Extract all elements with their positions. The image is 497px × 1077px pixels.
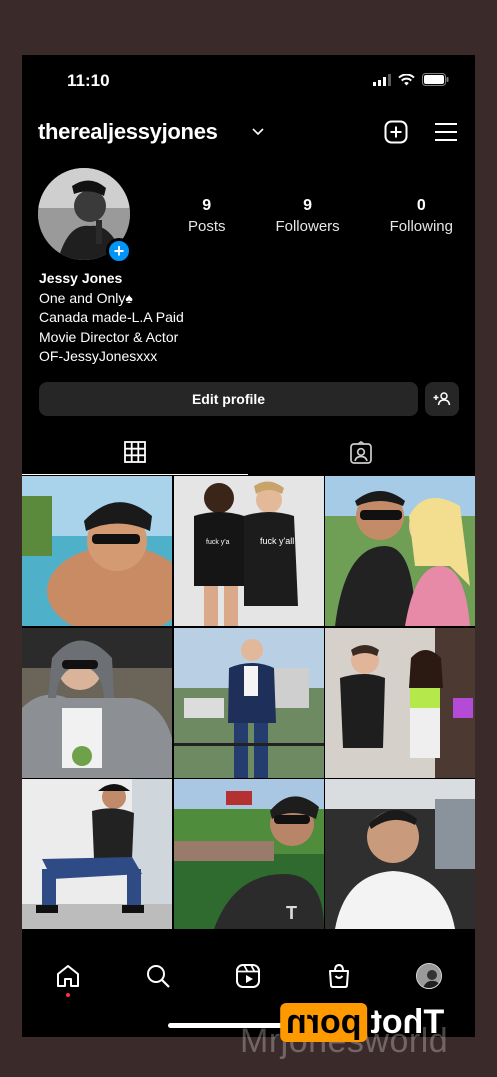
post-thumbnail[interactable] — [325, 627, 475, 778]
post-thumbnail[interactable] — [325, 476, 475, 626]
watermark-logo-plain: Thot — [370, 1002, 445, 1041]
followers-stat[interactable]: 9 Followers — [275, 197, 339, 235]
svg-text:T: T — [286, 903, 297, 923]
home-notification-dot — [66, 993, 70, 997]
bio-line: OF-JessyJonesxxx — [39, 348, 158, 364]
search-icon[interactable] — [143, 961, 173, 991]
posts-grid: fuck y'all fuck y'a T — [22, 476, 475, 929]
following-label: Following — [389, 218, 453, 235]
profile-tabs — [22, 435, 475, 475]
status-icons — [373, 73, 449, 91]
edit-profile-button[interactable]: Edit profile — [39, 382, 418, 416]
followers-count: 9 — [303, 197, 313, 214]
watermark-logo-boxed: porn — [280, 1002, 368, 1042]
profile-tab[interactable] — [414, 961, 444, 991]
phone-screen: 11:10 therealjessyjones + 9 Posts 9 Foll… — [22, 55, 475, 1037]
menu-icon[interactable] — [433, 119, 459, 145]
home-icon[interactable] — [53, 961, 83, 991]
bio-line: One and Only♠ — [39, 289, 133, 306]
bottom-nav — [22, 953, 475, 1003]
post-thumbnail[interactable] — [22, 476, 172, 626]
add-story-icon[interactable]: + — [106, 238, 132, 264]
battery-icon — [422, 73, 449, 91]
post-thumbnail[interactable] — [173, 627, 324, 778]
wifi-icon — [398, 73, 415, 91]
reels-icon[interactable] — [233, 961, 263, 991]
tab-tagged[interactable] — [248, 435, 474, 475]
profile-header: therealjessyjones — [38, 117, 459, 147]
tab-posts-grid[interactable] — [22, 435, 248, 475]
chevron-down-icon[interactable] — [252, 123, 264, 141]
profile-avatar[interactable]: + — [38, 168, 132, 264]
post-thumbnail[interactable] — [325, 779, 475, 929]
post-thumbnail[interactable] — [22, 779, 172, 929]
tagged-icon — [349, 440, 373, 470]
profile-avatar-small — [416, 963, 442, 989]
following-stat[interactable]: 0 Following — [390, 197, 453, 235]
svg-text:fuck y'all: fuck y'all — [260, 536, 294, 546]
profile-stats: 9 Posts 9 Followers 0 Following — [188, 197, 453, 235]
post-thumbnail[interactable]: T — [173, 779, 324, 929]
posts-label: Posts — [188, 218, 226, 235]
display-name: Jessy Jones — [39, 270, 123, 286]
post-thumbnail[interactable]: fuck y'all fuck y'a — [173, 476, 324, 626]
grid-icon — [124, 441, 146, 468]
username-switcher[interactable]: therealjessyjones — [38, 119, 218, 145]
posts-count: 9 — [202, 197, 212, 214]
create-post-icon[interactable] — [383, 119, 409, 145]
status-bar: 11:10 — [22, 69, 475, 93]
bio-line: Canada made-L.A Paid — [39, 309, 184, 325]
add-person-icon[interactable] — [425, 382, 459, 416]
followers-label: Followers — [275, 218, 340, 235]
shop-icon[interactable] — [324, 961, 354, 991]
profile-bio: Jessy Jones One and Only♠ Canada made-L.… — [39, 269, 184, 367]
posts-stat[interactable]: 9 Posts — [188, 197, 226, 235]
bio-line: Movie Director & Actor — [39, 328, 179, 345]
following-count: 0 — [416, 197, 426, 214]
signal-icon — [373, 73, 391, 91]
post-thumbnail[interactable] — [22, 627, 172, 778]
watermark-logo: Thot porn — [280, 998, 447, 1046]
profile-actions: Edit profile — [39, 382, 459, 416]
status-time: 11:10 — [67, 71, 110, 90]
svg-text:fuck y'a: fuck y'a — [206, 539, 230, 546]
